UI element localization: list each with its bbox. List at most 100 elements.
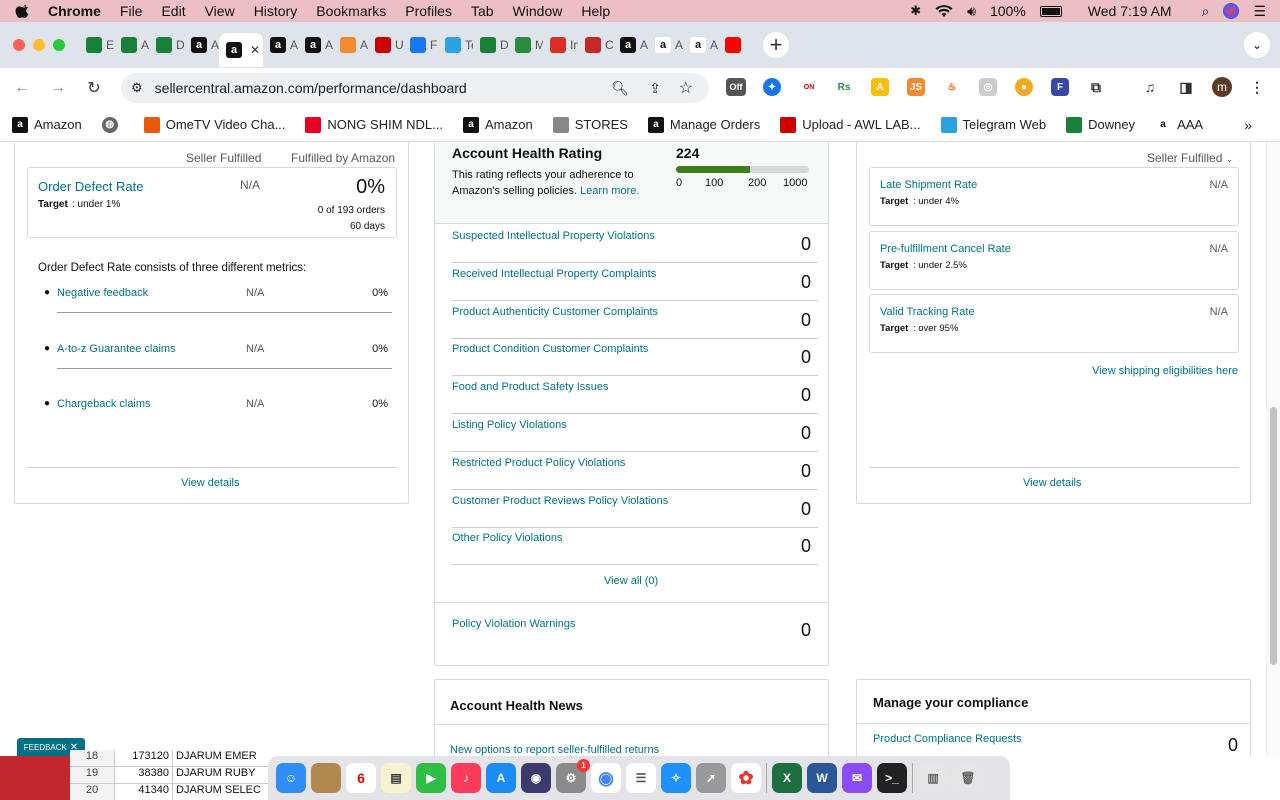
browser-tab[interactable]: a ✕ <box>219 33 263 67</box>
extension-scout-icon[interactable]: A <box>871 78 889 96</box>
profile-avatar[interactable]: m <box>1212 77 1232 97</box>
view-shipping-eligibilities-link[interactable]: View shipping eligibilities here <box>1092 365 1238 377</box>
extension-blue-icon[interactable]: ✦ <box>763 78 781 96</box>
browser-tab[interactable]: aA <box>263 30 298 60</box>
odr-view-details-link[interactable]: View details <box>181 477 240 489</box>
close-window-button[interactable] <box>13 39 25 51</box>
site-settings-icon[interactable]: ⚙︎ <box>131 80 143 96</box>
extension-rs-icon[interactable]: Rs <box>835 78 853 96</box>
downloads-stack-icon[interactable]: ▥ <box>918 763 948 793</box>
tab-search-chevron-icon[interactable]: ⌄ <box>1244 32 1270 58</box>
browser-tab[interactable]: A <box>333 30 368 60</box>
notes-icon[interactable]: ▤ <box>381 763 411 793</box>
messenger-icon[interactable]: ✉ <box>842 763 872 793</box>
shipping-metric-link[interactable]: Valid Tracking Rate <box>880 306 975 318</box>
apple-icon[interactable] <box>14 2 32 20</box>
browser-tab[interactable]: M <box>508 30 543 60</box>
policy-violation-warnings-link[interactable]: Policy Violation Warnings <box>452 618 576 630</box>
browser-tab[interactable]: D <box>149 30 184 60</box>
bookmark-item[interactable]: NONG SHIM NDL... <box>305 116 443 133</box>
violation-link[interactable]: Customer Product Reviews Policy Violatio… <box>452 495 668 507</box>
learn-more-link[interactable]: Learn more. <box>580 185 639 197</box>
control-center-icon[interactable]: ☰ <box>1253 3 1266 20</box>
menu-window[interactable]: Window <box>513 3 563 19</box>
menu-file[interactable]: File <box>120 3 143 19</box>
zoom-window-button[interactable] <box>53 39 65 51</box>
trash-icon[interactable]: 🗑︎ <box>953 763 983 793</box>
close-tab-icon[interactable]: ✕ <box>250 43 260 57</box>
new-tab-button[interactable]: + <box>763 32 789 58</box>
browser-tab[interactable]: aA <box>613 30 648 60</box>
facetime-icon[interactable]: ▶ <box>416 763 446 793</box>
fulfillment-dropdown[interactable]: Seller Fulfilled ⌄ <box>1147 151 1233 165</box>
menubar-clock[interactable]: Wed 7:19 AM <box>1088 3 1172 19</box>
word-icon[interactable]: W <box>807 763 837 793</box>
bookmark-item[interactable]: Downey <box>1066 116 1135 133</box>
app-store-icon[interactable]: A <box>486 763 516 793</box>
spotlight-search-icon[interactable]: ⌕ <box>1202 3 1210 20</box>
more-bookmarks-chevron-icon[interactable]: » <box>1244 117 1252 133</box>
view-all-violations-link[interactable]: View all (0) <box>604 575 658 587</box>
odr-title-link[interactable]: Order Defect Rate <box>38 179 144 194</box>
address-bar[interactable]: ⚙︎ sellercentral.amazon.com/performance/… <box>121 73 709 103</box>
browser-tab[interactable]: Te <box>438 30 473 60</box>
bookmark-item[interactable]: a Amazon <box>463 116 533 133</box>
bluetooth-icon[interactable]: ✱ <box>910 3 921 19</box>
back-button[interactable]: ← <box>4 79 40 97</box>
violation-link[interactable]: Received Intellectual Property Complaint… <box>452 268 656 280</box>
browser-tab[interactable] <box>718 30 753 60</box>
browser-tab[interactable]: In <box>543 30 578 60</box>
browser-tab[interactable]: U <box>368 30 403 60</box>
chrome-icon[interactable]: ◉ <box>591 763 621 793</box>
browser-tab[interactable]: aA <box>648 30 683 60</box>
bookmark-item[interactable]: STORES <box>552 116 628 133</box>
shipping-metric-link[interactable]: Late Shipment Rate <box>880 179 977 191</box>
browser-tab[interactable]: aA <box>298 30 333 60</box>
volume-icon[interactable]: 🔊︎ <box>967 3 976 20</box>
finder-icon[interactable]: ☺ <box>276 763 306 793</box>
extension-fire-icon[interactable]: ♨ <box>943 78 961 96</box>
calendar-icon[interactable]: 6 <box>346 763 376 793</box>
browser-tab[interactable]: A <box>114 30 149 60</box>
notes-book-icon[interactable] <box>311 763 341 793</box>
extensions-puzzle-icon[interactable]: ⧉ <box>1087 78 1105 96</box>
media-controls-icon[interactable]: ♫ <box>1141 78 1159 96</box>
siri-dock-icon[interactable]: ◉ <box>521 763 551 793</box>
violation-link[interactable]: Food and Product Safety Issues <box>452 381 609 393</box>
menu-help[interactable]: Help <box>581 3 610 19</box>
music-icon[interactable]: ♪ <box>451 763 481 793</box>
menu-edit[interactable]: Edit <box>161 3 185 19</box>
bookmark-star-icon[interactable]: ☆ <box>679 78 693 98</box>
browser-tab[interactable]: Fa <box>403 30 438 60</box>
side-panel-icon[interactable]: ◨ <box>1177 78 1195 96</box>
launchpad-icon[interactable]: ➚ <box>696 763 726 793</box>
siri-icon[interactable] <box>1223 3 1240 19</box>
reload-button[interactable]: ↻ <box>76 78 112 98</box>
menu-view[interactable]: View <box>205 3 235 19</box>
scrollbar-thumb[interactable] <box>1270 407 1277 665</box>
menu-app-name[interactable]: Chrome <box>48 3 101 19</box>
minimize-window-button[interactable] <box>33 39 45 51</box>
bookmark-item[interactable]: Upload - AWL LAB... <box>780 116 921 133</box>
browser-tab[interactable]: aA <box>683 30 718 60</box>
photos-icon[interactable]: ✿ <box>731 763 761 793</box>
bookmark-item[interactable]: ◍ <box>101 116 124 133</box>
browser-tab[interactable]: aA <box>184 30 219 60</box>
violation-link[interactable]: Listing Policy Violations <box>452 419 567 431</box>
wifi-icon[interactable] <box>935 4 953 18</box>
safari-icon[interactable]: ✧ <box>661 763 691 793</box>
forward-button[interactable]: → <box>40 79 76 97</box>
bookmark-item[interactable]: a Amazon <box>12 116 82 133</box>
page-scrollbar[interactable] <box>1266 142 1280 756</box>
browser-tab[interactable]: E <box>79 30 114 60</box>
violation-link[interactable]: Other Policy Violations <box>452 532 562 544</box>
shipping-metric-link[interactable]: Pre-fulfillment Cancel Rate <box>880 243 1011 255</box>
product-compliance-requests-link[interactable]: Product Compliance Requests <box>873 733 1022 745</box>
battery-icon[interactable] <box>1039 5 1062 17</box>
odr-metric-link[interactable]: A-to-z Guarantee claims <box>57 343 176 355</box>
bookmark-item[interactable]: OmeTV Video Cha... <box>143 116 285 133</box>
extension-red-icon[interactable]: ON <box>800 78 818 96</box>
url-text[interactable]: sellercentral.amazon.com/performance/das… <box>155 80 467 96</box>
menu-bookmarks[interactable]: Bookmarks <box>316 3 386 19</box>
browser-tab[interactable]: Cl <box>578 30 613 60</box>
